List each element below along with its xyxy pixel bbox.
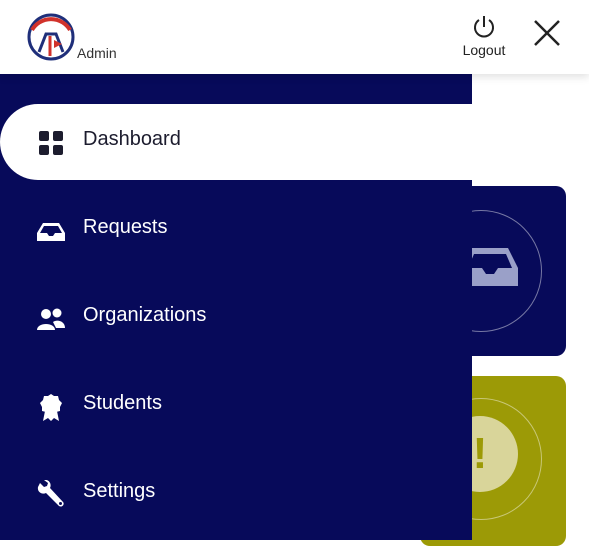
sidebar-item-requests[interactable]: Requests [0,192,472,268]
close-icon[interactable] [530,16,564,50]
inbox-icon [37,223,65,241]
sidebar-item-label: Organizations [83,304,207,326]
app-logo [27,13,75,61]
dashboard-grid-icon [39,131,63,155]
logout-label: Logout [462,42,506,58]
people-icon [37,308,65,330]
sidebar-menu: Dashboard Requests Organizations Student… [0,74,472,540]
sidebar-item-label: Dashboard [83,128,181,150]
sidebar-item-students[interactable]: Students [0,368,472,444]
logout-button[interactable]: Logout [456,14,512,58]
wrench-icon [37,480,64,507]
user-role-label: Admin [77,45,117,61]
sidebar-item-settings[interactable]: Settings [0,456,472,532]
sidebar-item-label: Requests [83,216,168,238]
sidebar-item-label: Students [83,392,162,414]
power-icon [474,16,494,38]
award-badge-icon [40,394,62,421]
app-header: Admin Logout [0,0,589,74]
sidebar-item-organizations[interactable]: Organizations [0,280,472,356]
sidebar-item-dashboard[interactable]: Dashboard [0,104,472,180]
sidebar-item-label: Settings [83,480,156,502]
